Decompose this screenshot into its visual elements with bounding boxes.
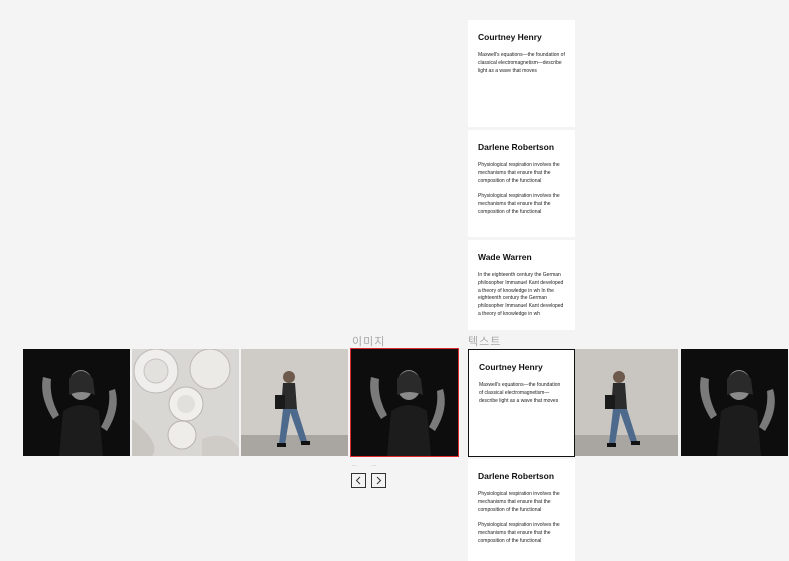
chevron-left-icon bbox=[355, 476, 361, 485]
portrait-photo bbox=[351, 349, 458, 456]
card-title: Darlene Robertson bbox=[478, 142, 555, 152]
chevron-right-icon bbox=[376, 476, 382, 485]
card-title: Courtney Henry bbox=[479, 362, 543, 372]
image-tile-walking[interactable] bbox=[575, 349, 678, 456]
image-tile-portrait[interactable] bbox=[23, 349, 130, 456]
text-card[interactable]: Courtney Henry Maxwell's equations—the f… bbox=[468, 20, 575, 127]
card-title: Wade Warren bbox=[478, 252, 532, 262]
text-card[interactable]: Wade Warren In the eighteenth century th… bbox=[468, 240, 575, 330]
portrait-photo bbox=[681, 349, 788, 456]
text-card[interactable]: Darlene Robertson Physiological respirat… bbox=[468, 130, 575, 237]
walking-photo bbox=[241, 349, 348, 456]
card-title: Darlene Robertson bbox=[478, 471, 555, 481]
card-text: Physiological respiration involves the m… bbox=[478, 162, 560, 184]
next-button[interactable] bbox=[371, 473, 386, 488]
card-text: Maxwell's equations—the foundation of cl… bbox=[479, 382, 561, 404]
text-card-selected[interactable]: Courtney Henry Maxwell's equations—the f… bbox=[468, 349, 575, 457]
next-caption: ... bbox=[372, 462, 377, 468]
text-card-column: Courtney Henry Maxwell's equations—the f… bbox=[468, 0, 575, 561]
prev-caption: ... bbox=[352, 462, 357, 468]
text-card[interactable]: Darlene Robertson Physiological respirat… bbox=[468, 459, 575, 561]
image-tile-portrait[interactable] bbox=[681, 349, 788, 456]
card-text: Physiological respiration involves the m… bbox=[478, 193, 560, 215]
image-tile-plates[interactable] bbox=[132, 349, 239, 456]
card-title: Courtney Henry bbox=[478, 32, 542, 42]
image-column-label: 이미지 bbox=[352, 336, 386, 348]
card-text: Physiological respiration involves the m… bbox=[478, 491, 560, 513]
card-text: In the eighteenth century the German phi… bbox=[478, 272, 564, 317]
image-tile-portrait-selected[interactable] bbox=[350, 348, 459, 457]
prev-button[interactable] bbox=[351, 473, 366, 488]
plates-photo bbox=[132, 349, 239, 456]
card-text: Maxwell's equations—the foundation of cl… bbox=[478, 52, 565, 74]
image-tile-walking[interactable] bbox=[241, 349, 348, 456]
walking-photo bbox=[575, 349, 678, 456]
portrait-photo bbox=[23, 349, 130, 456]
card-text: Physiological respiration involves the m… bbox=[478, 522, 560, 544]
